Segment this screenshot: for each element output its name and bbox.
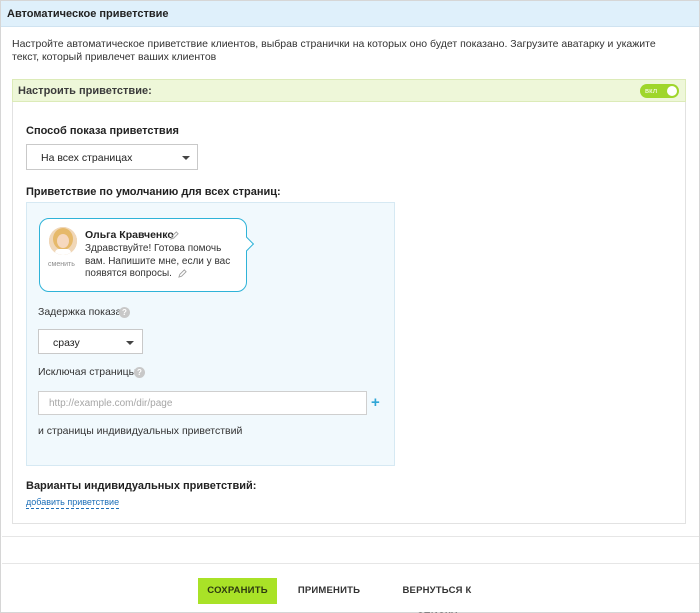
operator-name: Ольга Кравченко <box>85 229 174 241</box>
exclude-label: Исключая страницы: <box>38 366 140 378</box>
intro-text: Настройте автоматическое приветствие кли… <box>12 38 656 63</box>
save-button[interactable]: СОХРАНИТЬ <box>198 578 277 604</box>
toggle-knob <box>667 86 677 96</box>
exclude-url-input[interactable] <box>39 392 366 414</box>
add-greeting-link[interactable]: добавить приветствие <box>26 497 120 509</box>
greeting-message: Здравствуйте! Готова помочь вам. Напишит… <box>85 243 235 281</box>
chevron-down-icon <box>182 156 190 160</box>
change-avatar-link[interactable]: сменить <box>48 261 75 268</box>
add-url-plus-icon[interactable]: + <box>371 395 380 410</box>
variants-heading: Варианты индивидуальных приветствий: <box>26 480 257 492</box>
settings-window: Автоматическое приветствие Настройте авт… <box>0 0 700 613</box>
bubble-notch <box>239 236 255 252</box>
divider <box>2 563 699 564</box>
greeting-message-text: Здравствуйте! Готова помочь вам. Напишит… <box>85 243 231 279</box>
apply-button[interactable]: ПРИМЕНИТЬ <box>296 578 362 604</box>
delay-select[interactable]: сразу <box>38 329 143 354</box>
toggle-label: Настроить приветствие: <box>18 85 152 97</box>
default-greeting-box: сменить Ольга Кравченко Здравствуйте! Го… <box>26 202 395 466</box>
display-method-select[interactable]: На всех страницах <box>26 144 198 170</box>
edit-message-pencil-icon[interactable] <box>177 269 187 278</box>
exclude-url-field[interactable] <box>38 391 367 415</box>
greeting-toggle-bar: Настроить приветствие: вкл <box>12 79 686 102</box>
delay-value: сразу <box>53 337 80 349</box>
delay-help-icon[interactable]: ? <box>119 307 130 318</box>
greeting-toggle-switch[interactable]: вкл <box>640 84 679 98</box>
default-greeting-heading: Приветствие по умолчанию для всех страни… <box>26 186 281 198</box>
back-to-list-button[interactable]: ВЕРНУТЬСЯ К СПИСКУ <box>386 578 488 613</box>
edit-name-pencil-icon[interactable] <box>170 231 179 240</box>
greeting-preview-bubble: сменить Ольга Кравченко Здравствуйте! Го… <box>39 218 255 292</box>
toggle-state-label: вкл <box>645 86 658 95</box>
display-method-heading: Способ показа приветствия <box>26 125 179 137</box>
exclude-note: и страницы индивидуальных приветствий <box>38 425 243 437</box>
display-method-value: На всех страницах <box>41 152 133 164</box>
avatar-photo-icon <box>49 227 77 255</box>
title-bar: Автоматическое приветствие <box>1 1 699 27</box>
divider <box>2 536 699 537</box>
avatar[interactable] <box>49 227 77 255</box>
exclude-help-icon[interactable]: ? <box>134 367 145 378</box>
chevron-down-icon <box>126 341 134 345</box>
delay-label: Задержка показа: <box>38 306 125 318</box>
page-title: Автоматическое приветствие <box>7 8 169 20</box>
